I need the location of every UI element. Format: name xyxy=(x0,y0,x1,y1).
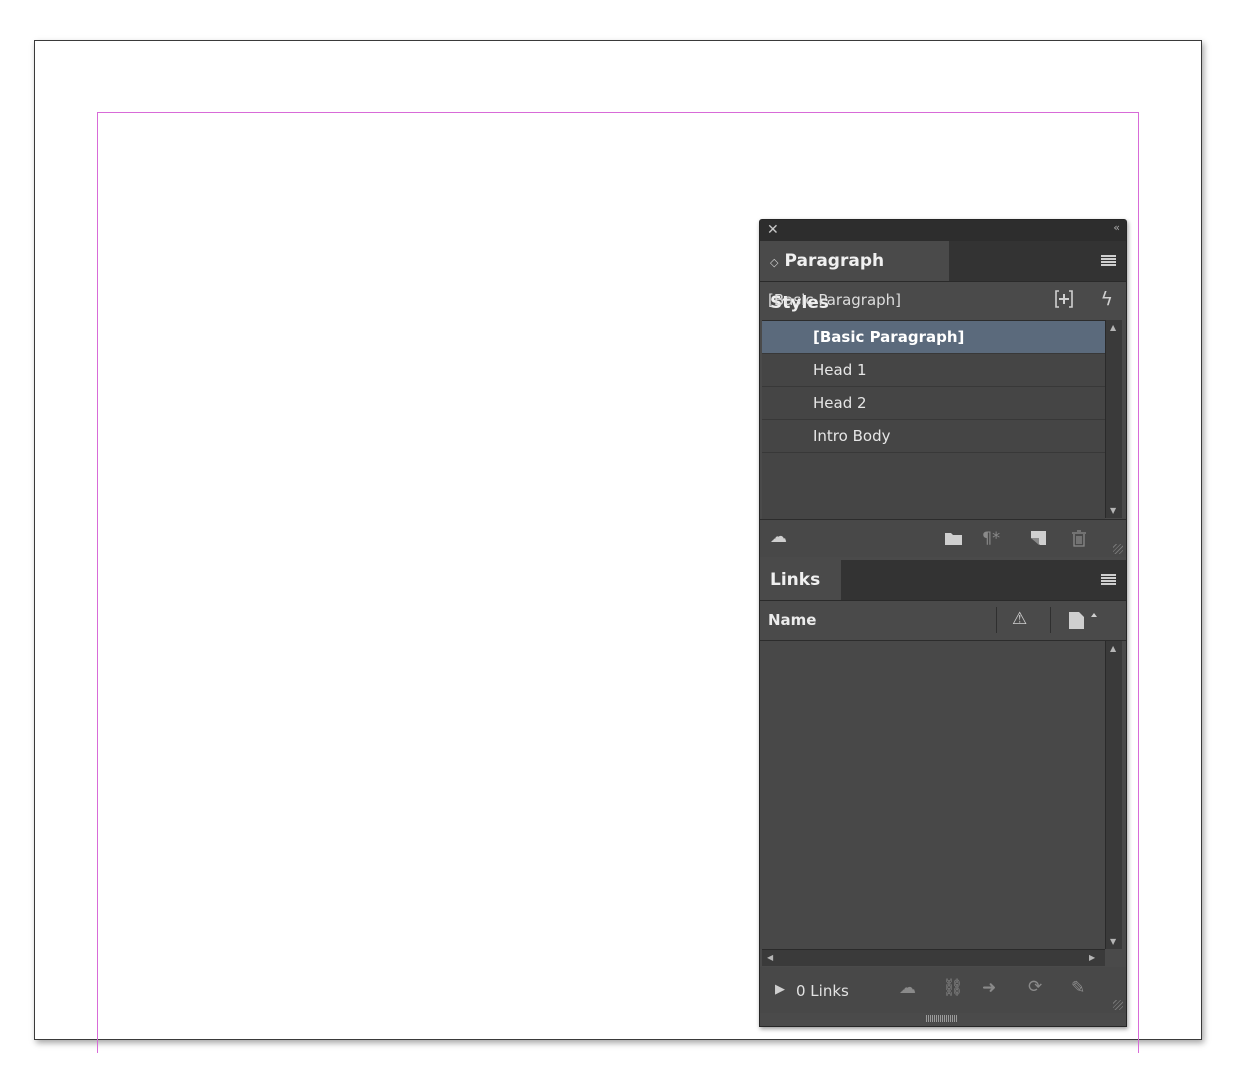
scroll-left-icon[interactable]: ◀ xyxy=(767,953,773,962)
tab-paragraph-styles[interactable]: ◇ Paragraph Styles xyxy=(760,241,949,313)
list-item[interactable]: [Basic Paragraph] xyxy=(762,321,1105,354)
links-count: 0 Links xyxy=(796,982,849,1000)
links-toolbar: ▶ 0 Links ☁ ⛓ ➜ ⟳ ✎ xyxy=(760,967,1126,1013)
clear-overrides-icon[interactable]: ¶* xyxy=(982,528,1000,547)
warning-icon[interactable]: ⚠ xyxy=(1012,609,1027,629)
folder-icon[interactable] xyxy=(944,531,963,546)
list-item[interactable]: Head 2 xyxy=(762,387,1105,420)
styles-toolbar: ☁ ¶* xyxy=(760,519,1126,557)
collapse-icon[interactable]: ‹‹ xyxy=(1113,221,1120,234)
panel-menu-icon[interactable] xyxy=(1101,255,1116,266)
links-horizontal-scrollbar[interactable]: ◀ ▶ xyxy=(762,949,1105,966)
tab-links[interactable]: Links xyxy=(760,560,841,600)
update-link-icon[interactable]: ⟳ xyxy=(1028,977,1042,997)
current-style-label: [Basic Paragraph] xyxy=(768,291,902,309)
column-separator xyxy=(996,607,997,633)
column-name-header[interactable]: Name xyxy=(768,611,816,629)
list-item[interactable]: Head 1 xyxy=(762,354,1105,387)
create-style-group-icon[interactable] xyxy=(1055,290,1073,308)
relink-cc-library-icon[interactable]: ☁ xyxy=(899,978,916,998)
new-style-icon[interactable] xyxy=(1030,530,1047,546)
scroll-right-icon[interactable]: ▶ xyxy=(1089,953,1095,962)
resize-grip[interactable] xyxy=(1113,1000,1123,1010)
scroll-up-icon[interactable]: ▲ xyxy=(1110,323,1116,332)
panel-title-bar[interactable]: ✕ ‹‹ xyxy=(760,220,1126,241)
trash-icon[interactable] xyxy=(1071,530,1087,547)
current-style-row: [Basic Paragraph] ϟ xyxy=(760,281,1126,319)
page-sort-icon[interactable] xyxy=(1068,611,1098,630)
links-column-header: Name ⚠ xyxy=(760,601,1126,641)
styles-scrollbar[interactable]: ▲ ▼ xyxy=(1105,320,1122,518)
close-icon[interactable]: ✕ xyxy=(767,222,779,238)
cloud-library-icon[interactable]: ☁ xyxy=(770,527,787,547)
lightning-icon[interactable]: ϟ xyxy=(1100,288,1113,310)
resize-grip[interactable] xyxy=(1113,544,1123,554)
scroll-up-icon[interactable]: ▲ xyxy=(1110,644,1116,653)
paragraph-styles-tab-row: ◇ Paragraph Styles xyxy=(760,241,1126,313)
panel-bottom-grip[interactable] xyxy=(926,1015,958,1022)
tab-links-label: Links xyxy=(770,570,821,590)
list-item[interactable]: Intro Body xyxy=(762,420,1105,453)
links-list[interactable] xyxy=(760,641,1105,949)
go-to-link-icon[interactable]: ➜ xyxy=(982,978,996,998)
edit-original-icon[interactable]: ✎ xyxy=(1071,978,1085,998)
relink-icon[interactable]: ⛓ xyxy=(942,978,964,998)
panel-group: ✕ ‹‹ ◇ Paragraph Styles [Basic Paragraph]… xyxy=(759,219,1127,1027)
column-separator xyxy=(1050,607,1051,633)
scroll-down-icon[interactable]: ▼ xyxy=(1110,506,1116,515)
paragraph-styles-list: [Basic Paragraph] Head 1 Head 2 Intro Bo… xyxy=(762,320,1105,519)
links-vertical-scrollbar[interactable]: ▲ ▼ xyxy=(1105,641,1122,949)
updown-arrows-icon: ◇ xyxy=(770,256,779,269)
disclosure-triangle-icon[interactable]: ▶ xyxy=(775,982,785,997)
panel-menu-icon[interactable] xyxy=(1101,574,1116,585)
scroll-down-icon[interactable]: ▼ xyxy=(1110,937,1116,946)
links-tab-row: Links xyxy=(760,560,1126,601)
